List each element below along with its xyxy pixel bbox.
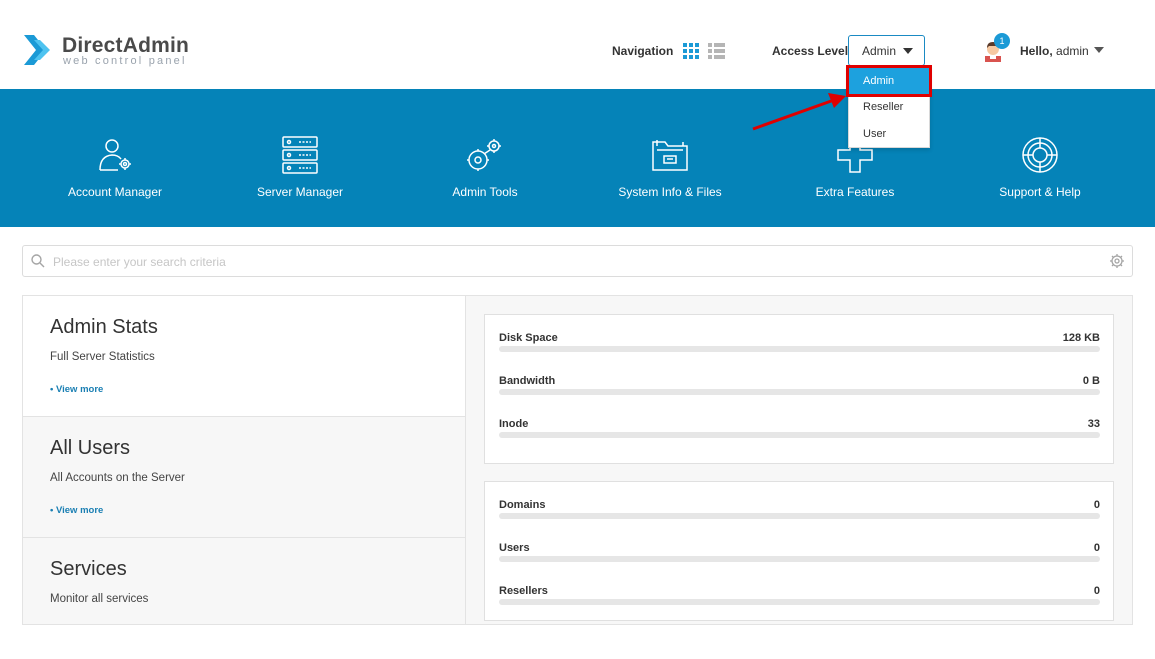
stat-name: Resellers	[499, 585, 548, 597]
stat-domains: Domains 0	[499, 499, 1100, 529]
option-label: User	[863, 128, 887, 140]
menu-server-manager[interactable]: Server Manager	[225, 89, 375, 227]
card-title: Admin Stats	[50, 316, 158, 338]
card-subtitle: Monitor all services	[50, 593, 149, 605]
card-title: Services	[50, 558, 127, 580]
folder-icon	[652, 140, 688, 171]
stat-disk-space: Disk Space 128 KB	[499, 332, 1100, 362]
stat-value: 33	[1087, 418, 1100, 430]
stat-value: 0	[1093, 585, 1100, 597]
stat-name: Bandwidth	[499, 375, 556, 387]
card-services: Services Monitor all services	[23, 538, 465, 659]
navigation-label: Navigation	[612, 44, 674, 58]
stat-inode: Inode 33	[499, 418, 1100, 448]
logo-chevron-icon	[24, 35, 50, 65]
user-menu-chevron-icon[interactable]	[1094, 47, 1104, 53]
directadmin-logo[interactable]: DirectAdmin web control panel	[22, 31, 202, 71]
stat-bandwidth: Bandwidth 0 B	[499, 375, 1100, 405]
menu-label: Server Manager	[256, 185, 344, 199]
user-greeting[interactable]: Hello, admin	[1020, 44, 1089, 58]
card-admin-stats: Admin Stats Full Server Statistics • Vie…	[23, 296, 465, 417]
search-bar[interactable]	[22, 245, 1133, 277]
progress-bar	[499, 513, 1100, 519]
count-stats-box: Domains 0 Users 0 Resellers 0	[484, 481, 1114, 621]
stat-resellers: Resellers 0	[499, 585, 1100, 615]
menu-label: Support & Help	[999, 185, 1081, 199]
progress-bar	[499, 432, 1100, 438]
menu-support-help[interactable]: Support & Help	[965, 89, 1115, 227]
progress-bar	[499, 389, 1100, 395]
admin-tools-icon	[467, 139, 501, 171]
annotation-highlight-box	[846, 65, 932, 97]
stat-name: Disk Space	[499, 332, 558, 344]
menu-admin-tools[interactable]: Admin Tools	[410, 89, 560, 227]
stat-value: 128 KB	[1062, 332, 1100, 344]
progress-bar	[499, 346, 1100, 352]
menu-label: Admin Tools	[452, 185, 518, 199]
menu-label: Extra Features	[815, 185, 895, 199]
lifebuoy-icon	[1022, 137, 1058, 173]
chevron-down-icon	[903, 48, 913, 54]
progress-bar	[499, 556, 1100, 562]
access-level-label: Access Level	[772, 44, 849, 58]
progress-bar	[499, 599, 1100, 605]
stat-name: Inode	[499, 418, 529, 430]
card-subtitle: All Accounts on the Server	[50, 472, 185, 484]
annotation-arrow-icon	[752, 93, 846, 131]
card-subtitle: Full Server Statistics	[50, 351, 155, 363]
stat-name: Users	[499, 542, 530, 554]
stat-value: 0 B	[1082, 375, 1100, 387]
username: admin	[1056, 44, 1089, 58]
list-view-icon[interactable]	[708, 43, 725, 59]
card-all-users: All Users All Accounts on the Server • V…	[23, 417, 465, 538]
server-icon	[282, 136, 318, 174]
menu-account-manager[interactable]: Account Manager	[40, 89, 190, 227]
gear-icon[interactable]	[1109, 253, 1125, 269]
usage-stats-box: Disk Space 128 KB Bandwidth 0 B Inode 33	[484, 314, 1114, 464]
logo-subtitle: web control panel	[63, 55, 187, 67]
stat-name: Domains	[499, 499, 546, 511]
menu-label: System Info & Files	[618, 185, 722, 199]
access-level-value: Admin	[862, 44, 897, 58]
greeting-text: Hello,	[1020, 44, 1053, 58]
option-label: Reseller	[863, 101, 904, 113]
card-title: All Users	[50, 437, 131, 459]
search-icon	[31, 254, 45, 268]
stat-users: Users 0	[499, 542, 1100, 572]
stat-value: 0	[1093, 499, 1100, 511]
notification-badge[interactable]: 1	[994, 33, 1010, 49]
dropdown-option-user[interactable]: User	[849, 121, 929, 147]
grid-view-icon[interactable]	[683, 43, 699, 59]
view-more-link[interactable]: • View more	[50, 384, 103, 395]
stat-value: 0	[1093, 542, 1100, 554]
top-bar: DirectAdmin web control panel Navigation…	[0, 0, 1155, 89]
account-manager-icon	[99, 139, 131, 171]
menu-label: Account Manager	[67, 185, 163, 199]
main-menu: Account Manager Server Manager Admin Too…	[0, 89, 1155, 227]
menu-system-info-files[interactable]: System Info & Files	[595, 89, 745, 227]
access-level-select[interactable]: Admin	[848, 35, 925, 66]
search-input[interactable]	[51, 252, 1095, 272]
left-panel: Admin Stats Full Server Statistics • Vie…	[22, 295, 466, 625]
dropdown-option-reseller[interactable]: Reseller	[849, 94, 929, 120]
view-more-link[interactable]: • View more	[50, 505, 103, 516]
